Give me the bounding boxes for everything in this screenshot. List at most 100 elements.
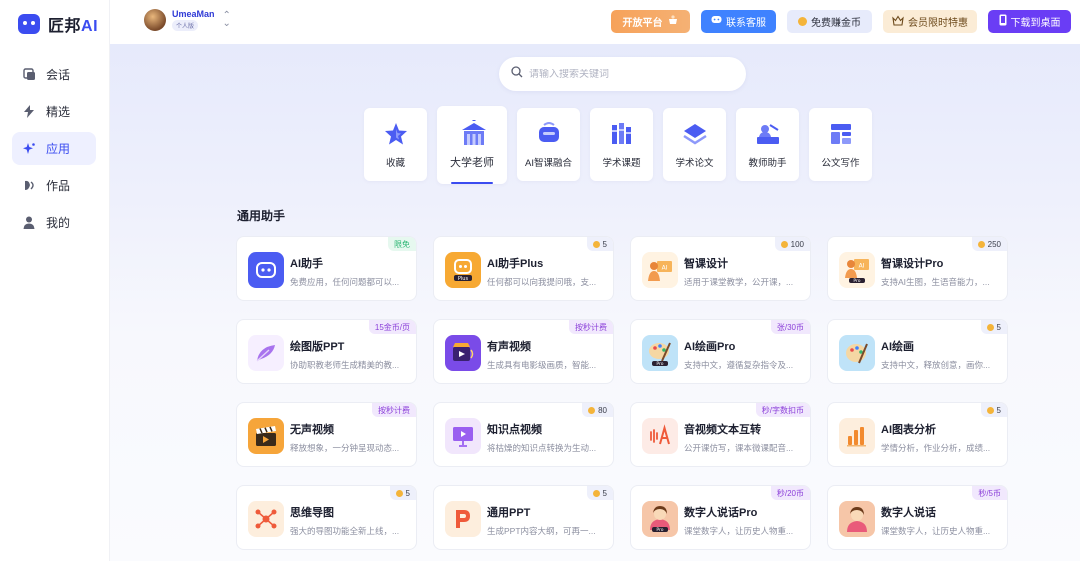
card-title: AI绘画 [881, 341, 914, 353]
app-card-digital-human[interactable]: 数字人说话 课堂数字人，让历史人物重... 秒/5币 [827, 485, 1008, 550]
app-card-ai-painting[interactable]: AI绘画 支持中文，释放创意，画你... 5 [827, 319, 1008, 384]
palette-icon [839, 335, 875, 371]
app-card-ai-painting-pro[interactable]: Pro AI绘画Pro 支持中文，遵循复杂指令及... 张/30币 [630, 319, 811, 384]
tab-label: 学术课题 [602, 157, 641, 169]
user-plan-badge: 个人版 [172, 20, 199, 31]
app-card-digital-human-pro[interactable]: Pro 数字人说话Pro 课堂数字人，让历史人物重... 秒/20币 [630, 485, 811, 550]
tab-university-teacher[interactable]: 大学老师 [437, 106, 507, 184]
clapper-icon [248, 418, 284, 454]
digital-human-icon [839, 501, 875, 537]
coin-icon [780, 240, 788, 248]
phone-icon [999, 14, 1007, 29]
layers-icon [682, 121, 708, 147]
app-card-silent-video[interactable]: 无声视频 释放想象，一分钟呈现动态... 按秒计费 [236, 402, 417, 467]
tab-favorites[interactable]: 收藏 [364, 108, 427, 181]
app-card-general-ppt[interactable]: 通用PPT 生成PPT内容大纲，可再一... 5 [433, 485, 614, 550]
search-input[interactable] [529, 68, 729, 80]
lightning-icon [22, 105, 36, 119]
tab-academic-papers[interactable]: 学术论文 [663, 108, 726, 181]
chat-icon [22, 68, 36, 82]
document-icon [828, 121, 854, 147]
ai-class-icon [536, 121, 562, 147]
card-desc: 适用于课堂教学，公开课，... [684, 277, 794, 287]
app-card-mind-map[interactable]: 思维导图 强大的导图功能全新上线，... 5 [236, 485, 417, 550]
tab-label: 公文写作 [821, 157, 860, 169]
card-title: 有声视频 [487, 341, 531, 353]
app-card-ai-chart-analysis[interactable]: AI图表分析 学情分析，作业分析，成绩... 5 [827, 402, 1008, 467]
app-card-knowledge-video[interactable]: 知识点视频 将枯燥的知识点转换为生动... 80 [433, 402, 614, 467]
app-card-ai-assistant[interactable]: AI助手 免费应用，任何问题都可以... 限免 [236, 236, 417, 301]
coin-icon [395, 489, 403, 497]
vip-offer-button[interactable]: 会员限时特惠 [883, 10, 977, 33]
sidebar-item-label: 作品 [46, 179, 71, 193]
robot-plus-icon: Plus [445, 252, 481, 288]
app-card-smart-lesson-pro[interactable]: AI Pro 智课设计Pro 支持AI生图，生语音能力，... 250 [827, 236, 1008, 301]
teacher-board-icon: AI [642, 252, 678, 288]
sidebar-item-mine[interactable]: 我的 [12, 206, 96, 239]
card-desc: 公开课仿写，课本微课配音... [684, 443, 794, 453]
category-tabs: 收藏 大学老师 AI智课融合 学术课题 学术论文 教师助手 公文写作 [364, 106, 872, 184]
university-icon [459, 119, 486, 146]
price-badge: 5 [389, 486, 416, 500]
price-badge: 100 [774, 237, 810, 251]
download-desktop-button[interactable]: 下载到桌面 [988, 10, 1071, 33]
sidebar-item-label: 应用 [46, 142, 71, 156]
brand[interactable]: 匠邦AI [18, 12, 98, 36]
contact-service-button[interactable]: 联系客服 [701, 10, 776, 33]
card-title: 数字人说话Pro [684, 507, 758, 519]
svg-text:Pro: Pro [656, 527, 663, 533]
coin-icon [588, 406, 596, 414]
feather-icon [248, 335, 284, 371]
tab-label: 学术论文 [675, 157, 714, 169]
card-title: AI助手Plus [487, 258, 544, 270]
earn-coins-button[interactable]: 免费赚金币 [787, 10, 872, 33]
open-platform-button[interactable]: 开放平台 [611, 10, 690, 33]
main-content: UmeaMan 个人版 ⌃ ⌄ 开放平台 联系客服 免费赚金币 会员限时特惠 下… [110, 0, 1080, 561]
sidebar-item-apps[interactable]: 应用 [12, 132, 96, 165]
coin-icon [986, 406, 994, 414]
sidebar-nav: 会话 精选 应用 作品 我的 [12, 58, 96, 243]
app-card-smart-lesson[interactable]: AI 智课设计 适用于课堂教学，公开课，... 100 [630, 236, 811, 301]
card-desc: 生成PPT内容大纲，可再一... [487, 526, 596, 536]
star-icon [383, 121, 409, 147]
price-badge: 5 [980, 403, 1007, 417]
cup-icon [667, 14, 679, 29]
card-title: 思维导图 [290, 507, 334, 519]
tab-label: 教师助手 [748, 157, 787, 169]
tab-ai-class-fusion[interactable]: AI智课融合 [517, 108, 580, 181]
coin-icon [798, 17, 807, 26]
price-badge: 5 [586, 486, 613, 500]
app-card-sound-video[interactable]: 有声视频 生成具有电影级画质，智能... 按秒计费 [433, 319, 614, 384]
card-desc: 将枯燥的知识点转换为生动... [487, 443, 597, 453]
app-card-audio-video-text[interactable]: 音视频文本互转 公开课仿写，课本微课配音... 秒/字数扣币 [630, 402, 811, 467]
app-card-grid: AI助手 免费应用，任何问题都可以... 限免 Plus AI助手Plus 任何… [236, 236, 1008, 550]
card-desc: 课堂数字人，让历史人物重... [684, 526, 794, 536]
tab-teacher-assistant[interactable]: 教师助手 [736, 108, 799, 181]
open-platform-label: 开放平台 [622, 18, 663, 29]
app-card-ai-assistant-plus[interactable]: Plus AI助手Plus 任何都可以向我提问哦，支... 5 [433, 236, 614, 301]
presentation-icon [445, 418, 481, 454]
card-title: AI绘画Pro [684, 341, 736, 353]
card-desc: 释放想象，一分钟呈现动态... [290, 443, 400, 453]
sidebar-item-label: 会话 [46, 68, 71, 82]
user-switcher[interactable]: UmeaMan 个人版 ⌃ ⌄ [144, 9, 231, 31]
price-badge: 秒/5币 [972, 486, 1007, 500]
card-desc: 强大的导图功能全新上线，... [290, 526, 400, 536]
shapes-icon [22, 179, 36, 193]
sidebar-item-chat[interactable]: 会话 [12, 58, 96, 91]
tab-academic-topics[interactable]: 学术课题 [590, 108, 653, 181]
audio-text-icon [642, 418, 678, 454]
tab-official-writing[interactable]: 公文写作 [809, 108, 872, 181]
card-desc: 生成具有电影级画质，智能... [487, 360, 597, 370]
sidebar-item-featured[interactable]: 精选 [12, 95, 96, 128]
sidebar: 匠邦AI 会话 精选 应用 作品 我的 [0, 0, 110, 561]
price-badge: 限免 [388, 237, 416, 251]
search-icon [511, 65, 523, 83]
card-title: 无声视频 [290, 424, 334, 436]
app-card-drawing-ppt[interactable]: 绘图版PPT 协助职教老师生成精美的教... 15金币/页 [236, 319, 417, 384]
brand-logo-icon [18, 14, 40, 34]
card-title: 通用PPT [487, 507, 531, 519]
video-sound-icon [445, 335, 481, 371]
brand-name: 匠邦AI [48, 18, 99, 35]
sidebar-item-works[interactable]: 作品 [12, 169, 96, 202]
